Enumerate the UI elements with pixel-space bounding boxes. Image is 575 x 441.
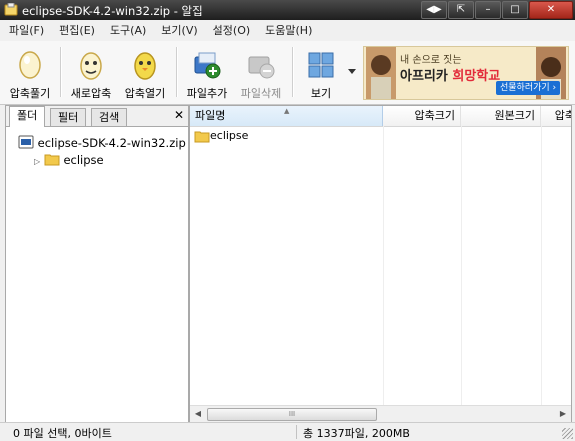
scroll-left-arrow-icon[interactable]: ◀ [190, 406, 206, 422]
extract-button[interactable]: 압축풀기 [3, 45, 57, 100]
column-compressed-size[interactable]: 압축크기 [383, 106, 461, 126]
close-pane-icon[interactable]: ✕ [174, 108, 184, 122]
egg-mascot-icon [80, 52, 102, 80]
toolbar: 압축풀기 새로압축 압축열기 파일추가 파일삭제 보기 내 손으로 짓는 아프리… [0, 41, 575, 105]
expand-arrow-icon[interactable]: ▷ [34, 157, 40, 166]
open-archive-button[interactable]: 압축열기 [118, 45, 172, 100]
menu-tools[interactable]: 도구(A) [101, 21, 152, 40]
new-archive-label: 새로압축 [70, 87, 112, 100]
window-controls: ◀▶ ⇱ – □ ✕ [421, 1, 573, 19]
menu-edit[interactable]: 편집(E) [50, 21, 101, 40]
folder-icon [44, 154, 60, 166]
menu-file[interactable]: 파일(F) [0, 21, 50, 40]
status-divider [296, 425, 297, 439]
folder-icon [194, 131, 210, 143]
view-dropdown-arrow-icon[interactable] [348, 69, 356, 74]
delete-file-icon [248, 56, 275, 79]
tree-item-eclipse[interactable]: ▷ eclipse [34, 151, 104, 169]
tree-item-label: eclipse [63, 153, 104, 167]
extract-label: 압축풀기 [9, 87, 51, 100]
scroll-right-arrow-icon[interactable]: ▶ [555, 406, 571, 422]
column-original-size[interactable]: 원본크기 [461, 106, 541, 126]
title-bar[interactable]: eclipse-SDK-4.2-win32.zip - 알집 ◀▶ ⇱ – □ … [0, 0, 575, 20]
file-list-pane: 파일명 ▲ 압축크기 원본크기 압축 eclipse ◀ III ▶ [189, 105, 572, 423]
open-archive-label: 압축열기 [124, 87, 166, 100]
sort-ascending-icon: ▲ [284, 107, 290, 115]
compact-mode-button[interactable]: ◀▶ [421, 1, 447, 19]
new-archive-button[interactable]: 새로압축 [64, 45, 118, 100]
resize-grip-icon[interactable] [562, 428, 573, 439]
menu-bar: 파일(F) 편집(E) 도구(A) 보기(V) 설정(O) 도움말(H) [0, 21, 575, 40]
archive-summary: 총 1337파일, 200MB [303, 427, 410, 440]
alzip-window: eclipse-SDK-4.2-win32.zip - 알집 ◀▶ ⇱ – □ … [0, 0, 575, 441]
close-button[interactable]: ✕ [529, 1, 573, 19]
tray-button[interactable]: ⇱ [448, 1, 474, 19]
banner-title: 아프리카 희망학교 [400, 65, 500, 84]
folder-pane: 폴더 필터 검색 ✕ eclipse-SDK-4.2-win32.zip ▷ e… [5, 105, 189, 423]
tree-root-label: eclipse-SDK-4.2-win32.zip [37, 136, 186, 150]
child-photo-icon [366, 47, 396, 99]
column-ratio[interactable]: 압축 [541, 106, 571, 126]
status-bar: 0 파일 선택, 0바이트 총 1337파일, 200MB [0, 422, 575, 441]
banner-title-part1: 아프리카 [400, 69, 453, 84]
view-button[interactable]: 보기 [294, 45, 348, 100]
banner-subtitle: 내 손으로 짓는 [400, 55, 462, 66]
menu-view[interactable]: 보기(V) [152, 21, 203, 40]
toolbar-separator [60, 47, 62, 97]
menu-settings[interactable]: 설정(O) [204, 21, 256, 40]
add-file-icon [194, 52, 221, 79]
view-grid-icon [308, 52, 334, 78]
file-name: eclipse [210, 129, 249, 142]
column-gridline [461, 126, 462, 406]
horizontal-scrollbar[interactable]: ◀ III ▶ [190, 405, 571, 422]
delete-file-label: 파일삭제 [240, 87, 282, 100]
add-file-button[interactable]: 파일추가 [180, 45, 234, 100]
minimize-button[interactable]: – [475, 1, 501, 19]
tree-root[interactable]: eclipse-SDK-4.2-win32.zip [18, 134, 186, 152]
add-file-label: 파일추가 [186, 87, 228, 100]
menu-help[interactable]: 도움말(H) [256, 21, 318, 40]
column-gridline [383, 126, 384, 406]
tab-search[interactable]: 검색 [91, 108, 128, 126]
delete-file-button[interactable]: 파일삭제 [234, 45, 288, 100]
banner-title-highlight: 희망학교 [452, 69, 501, 84]
ad-banner[interactable]: 내 손으로 짓는 아프리카 희망학교 선물하러가기 › [363, 46, 569, 100]
maximize-button[interactable]: □ [502, 1, 528, 19]
scrollbar-thumb[interactable]: III [207, 408, 377, 421]
tab-folder[interactable]: 폴더 [9, 106, 46, 127]
pane-tabs: 폴더 필터 검색 ✕ [6, 106, 188, 127]
window-title: eclipse-SDK-4.2-win32.zip - 알집 [22, 4, 203, 18]
column-header: 파일명 ▲ 압축크기 원본크기 압축 [190, 106, 571, 127]
selection-status: 0 파일 선택, 0바이트 [13, 427, 112, 440]
zip-file-icon [18, 135, 34, 149]
column-gridline [541, 126, 542, 406]
file-row[interactable]: eclipse [190, 127, 571, 145]
tab-filter[interactable]: 필터 [50, 108, 87, 126]
toolbar-separator [176, 47, 178, 97]
chick-icon [134, 52, 156, 80]
alzip-app-icon [4, 3, 18, 16]
egg-icon [19, 51, 41, 79]
view-label: 보기 [310, 87, 332, 100]
banner-cta-button[interactable]: 선물하러가기 › [496, 81, 561, 95]
